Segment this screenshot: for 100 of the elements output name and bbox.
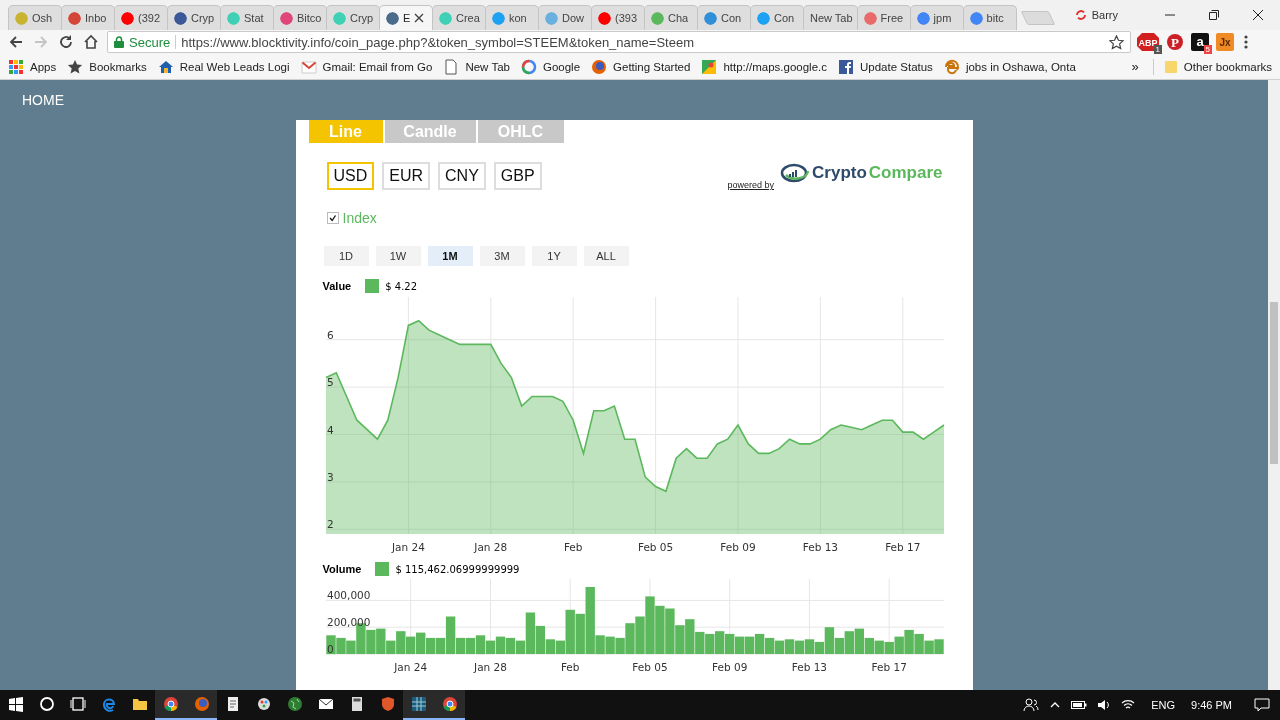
browser-tab[interactable]: Cryp [167, 5, 221, 30]
browser-tab[interactable]: Crea [432, 5, 486, 30]
extension-icon[interactable]: P [1166, 33, 1184, 51]
page-icon [443, 58, 460, 75]
bookmark-item[interactable]: Google [520, 58, 581, 75]
volume-bar [405, 636, 415, 654]
back-icon[interactable] [7, 34, 24, 50]
bookmark-item[interactable]: Getting Started [591, 58, 691, 75]
range-button[interactable]: 3M [479, 246, 525, 266]
browser-tab[interactable]: kon [485, 5, 539, 30]
volume-bar [335, 637, 346, 654]
currency-button[interactable]: USD [326, 162, 375, 190]
bookmark-item[interactable]: Real Web Leads Logi [157, 58, 290, 75]
bookmark-item[interactable]: Apps [8, 58, 57, 75]
volume-bar [764, 637, 774, 654]
reload-icon[interactable] [57, 34, 74, 50]
notification-icon[interactable] [1254, 698, 1270, 712]
axis-label: Feb 13 [802, 541, 838, 553]
bookmark-item[interactable]: Gmail: Email from Go [300, 58, 433, 75]
bookmark-item[interactable]: jobs in Oshawa, Onta [943, 58, 1076, 75]
range-button[interactable]: 1W [375, 246, 421, 266]
volume-bar [884, 641, 894, 654]
mail-icon [300, 58, 317, 75]
browser-logo-icon [441, 696, 458, 712]
profile-button[interactable]: Barry [1074, 9, 1118, 21]
bookmark-item[interactable]: http://maps.google.c [701, 58, 827, 75]
folder-icon [1163, 58, 1178, 75]
scrollbar[interactable] [1268, 80, 1280, 690]
taskbar-button[interactable] [403, 690, 434, 720]
browser-tab[interactable]: jpm [909, 5, 964, 30]
grid-icon [410, 696, 427, 712]
house-icon [157, 58, 174, 75]
windows-icon [7, 696, 24, 712]
extension-icon[interactable]: ABP 1 [1137, 33, 1159, 51]
close-icon[interactable] [414, 13, 425, 23]
overflow-chevron[interactable]: » [1131, 59, 1139, 74]
taskbar-button[interactable] [434, 690, 465, 720]
browser-tab[interactable]: (393 [591, 5, 645, 30]
menu-icon[interactable] [1244, 35, 1248, 49]
browser-tab[interactable]: Stat [220, 5, 274, 30]
volume-bar [604, 636, 615, 654]
currency-button[interactable]: EUR [382, 162, 431, 190]
taskbar-button[interactable] [155, 690, 186, 720]
language-indicator[interactable]: ENG [1151, 699, 1176, 711]
volume-bar [505, 637, 515, 654]
browser-tab[interactable]: New Tab [803, 5, 858, 30]
browser-tab[interactable]: Dow [538, 5, 592, 30]
browser-tab[interactable]: (392 [114, 5, 168, 30]
globe-icon [286, 696, 303, 712]
bookmark-item[interactable]: Bookmarks [67, 58, 147, 75]
browser-tab[interactable]: bitc [962, 5, 1017, 30]
map-icon [701, 58, 718, 75]
volume-bar [465, 637, 475, 654]
browser-tab[interactable]: E [379, 5, 433, 30]
volume-bar [365, 629, 376, 654]
axis-label: 0 [326, 643, 334, 655]
axis-label: Feb 09 [711, 661, 747, 673]
browser-tab[interactable]: Cha [644, 5, 698, 30]
clock[interactable]: 9:46 PM [1191, 699, 1232, 711]
axis-label: 400,000 [326, 589, 370, 602]
axis-label: Feb 17 [884, 541, 920, 553]
browser-tab[interactable]: Inbo [61, 5, 115, 30]
axis-label: Jan 28 [473, 661, 507, 673]
range-button[interactable]: 1D [323, 246, 369, 266]
checkbox[interactable] [326, 212, 339, 224]
home-icon[interactable] [82, 34, 99, 50]
logo-icon [780, 163, 811, 183]
browser-tab[interactable]: Con [750, 5, 804, 30]
currency-button[interactable]: GBP [493, 162, 542, 190]
browser-tab[interactable]: Cryp [326, 5, 380, 30]
bookmark-folder[interactable]: Other bookmarks [1152, 58, 1272, 75]
volume-icon[interactable] [1097, 699, 1112, 711]
people-icon[interactable] [1023, 697, 1040, 713]
currency-button[interactable]: CNY [438, 162, 486, 190]
volume-bar [724, 633, 734, 654]
browser-tab[interactable]: Bitco [273, 5, 327, 30]
nav-link[interactable]: HOME [22, 92, 64, 108]
browser-tab[interactable]: Free [856, 5, 911, 30]
volume-bar [844, 631, 854, 654]
browser-tab[interactable]: Osh [8, 5, 62, 30]
bookmark-item[interactable]: New Tab [443, 58, 510, 75]
address-bar[interactable]: Secure https://www.blocktivity.info/coin_page.php?&token_symbol=STEEM&token_name=Steem [107, 31, 1131, 53]
axis-label: 5 [326, 376, 334, 389]
browser-logo-icon [943, 58, 960, 75]
wifi-icon[interactable] [1121, 699, 1136, 711]
axis-label: Jan 28 [473, 541, 507, 553]
url-text: https://www.blocktivity.info/coin_page.php?&token_symbol=STEEM&token_name=Steem [181, 34, 695, 50]
powered-by-link[interactable]: powered by [727, 180, 775, 190]
security-label: Secure [129, 34, 171, 50]
battery-icon[interactable] [1071, 699, 1088, 711]
star-icon[interactable] [1109, 34, 1124, 50]
extension-icon[interactable]: Jx [1216, 33, 1234, 51]
range-button[interactable]: 1Y [531, 246, 577, 266]
axis-label: Jan 24 [393, 661, 427, 673]
bookmark-item[interactable]: Update Status [838, 58, 933, 75]
apps-grid-icon [8, 58, 24, 75]
browser-tab[interactable]: Con [697, 5, 751, 30]
range-button[interactable]: 1M [427, 246, 473, 266]
taskbar-button[interactable] [186, 690, 217, 720]
range-button[interactable]: ALL [583, 246, 629, 266]
